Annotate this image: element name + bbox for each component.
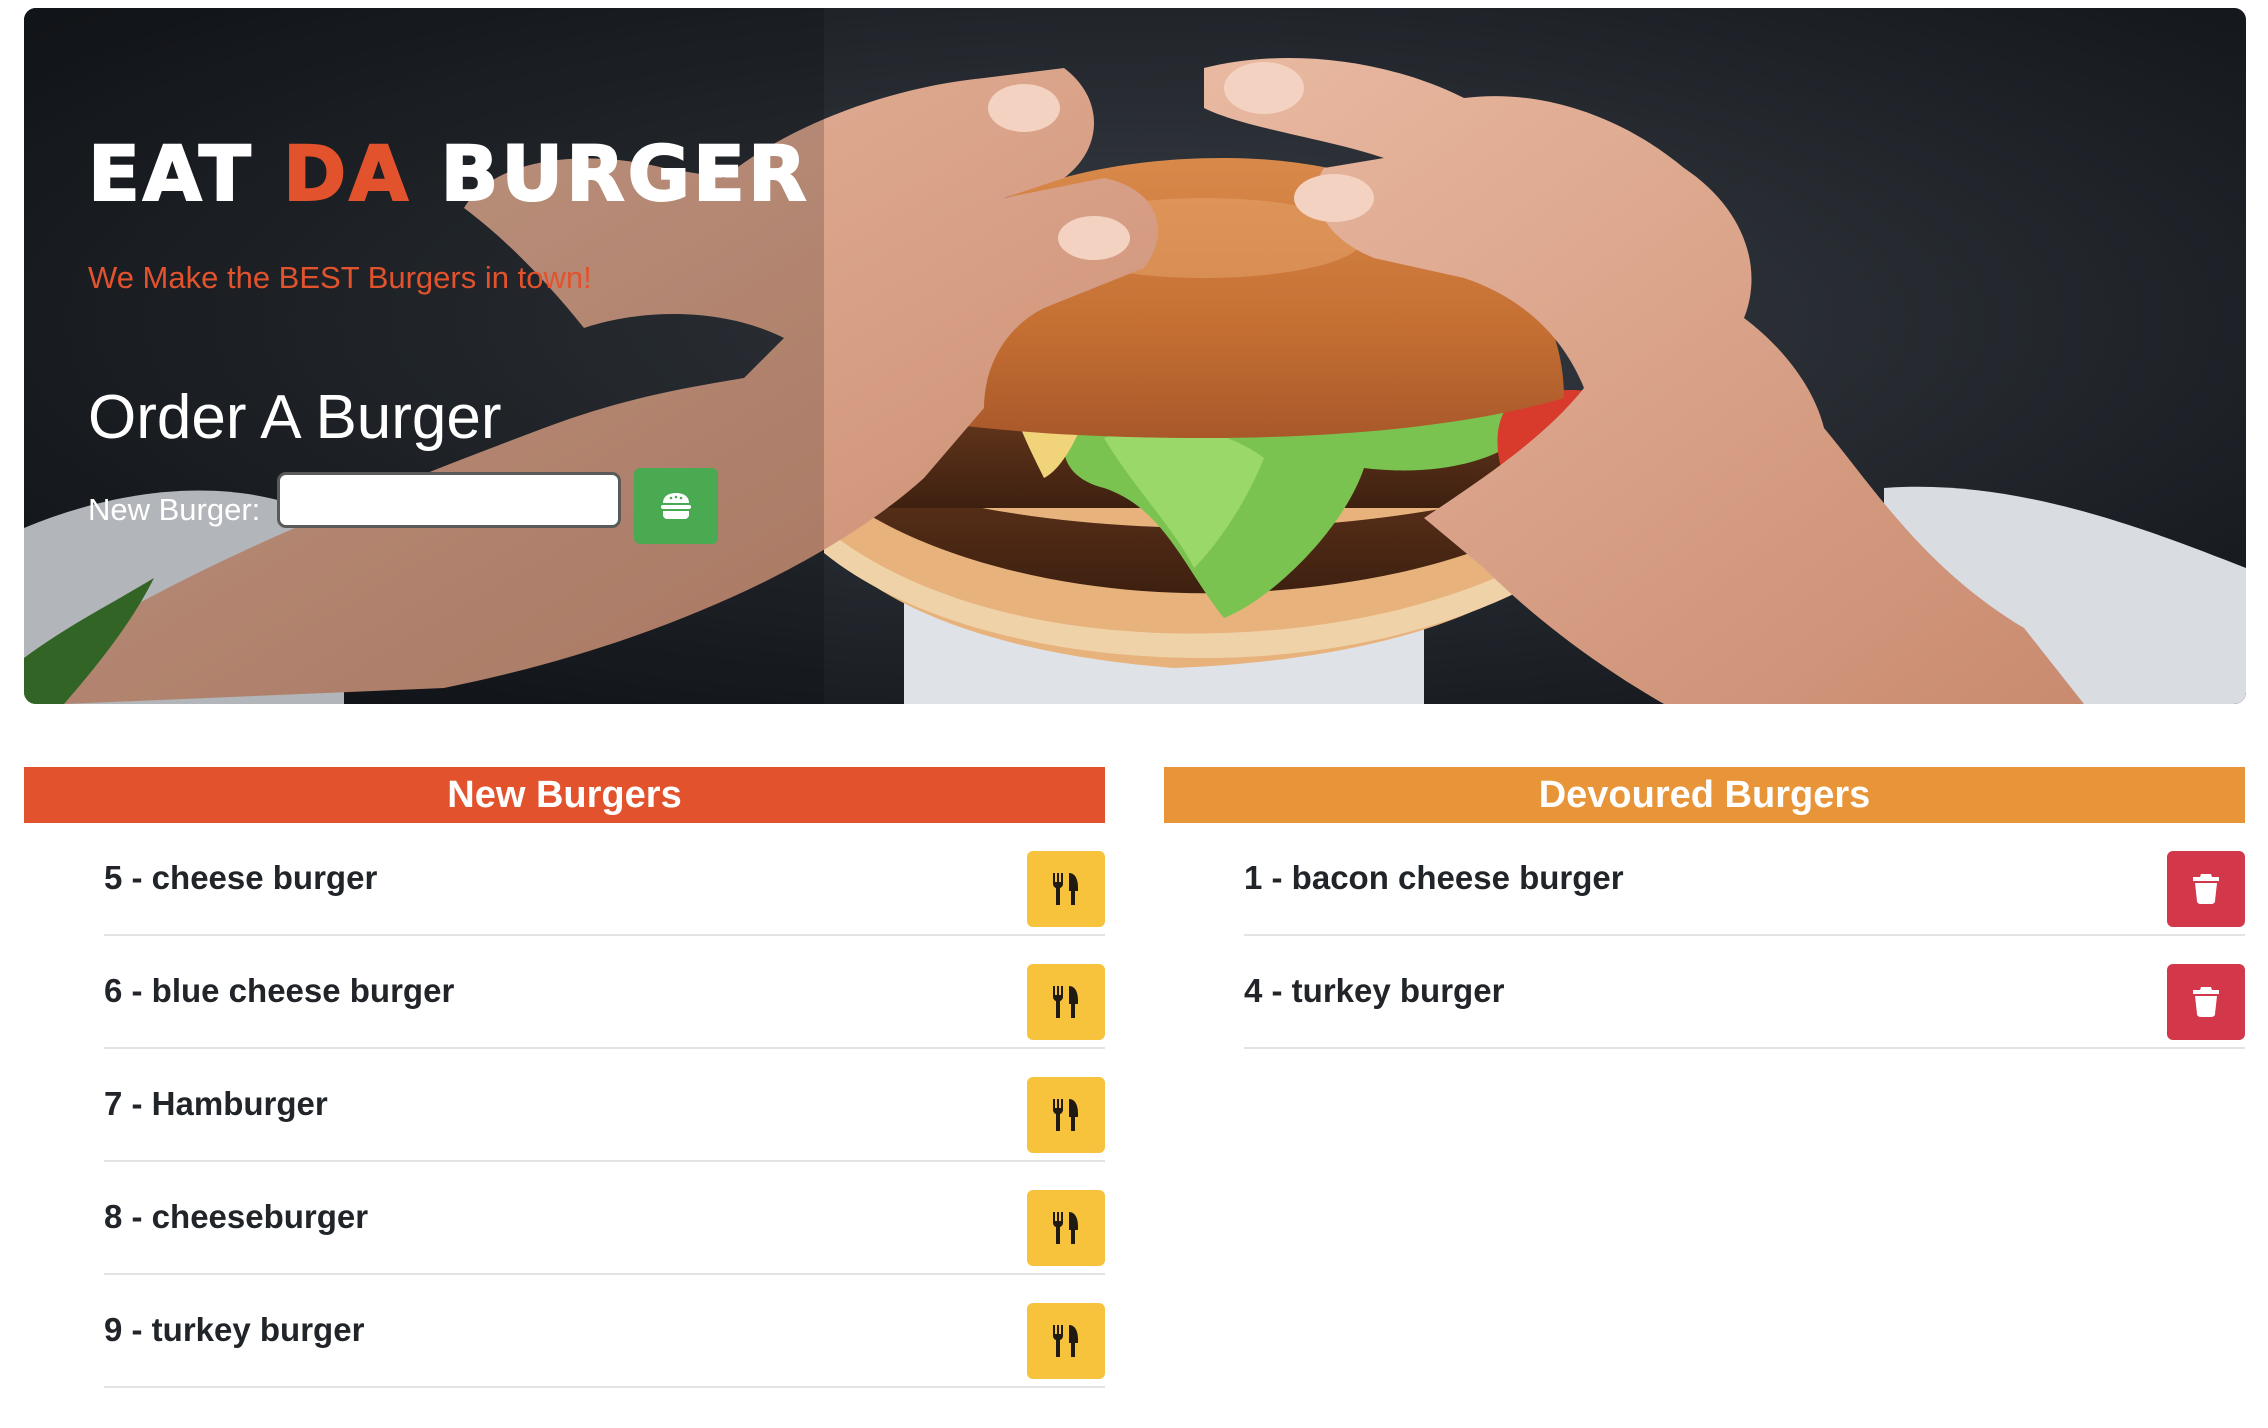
list-item: 1 - bacon cheese burger (1244, 823, 2245, 936)
list-item: 5 - cheese burger (104, 823, 1105, 936)
list-item: 8 - cheeseburger (104, 1162, 1105, 1275)
trash-icon (2193, 987, 2219, 1017)
devour-button[interactable] (1027, 1077, 1105, 1153)
trash-icon (2193, 874, 2219, 904)
burger-label: 9 - turkey burger (104, 1311, 365, 1348)
hero-banner: EAT DA BURGER We Make the BEST Burgers i… (24, 8, 2246, 704)
tagline: We Make the BEST Burgers in town! (88, 260, 592, 295)
devour-button[interactable] (1027, 851, 1105, 927)
new-burger-input[interactable] (277, 472, 621, 528)
hamburger-icon (661, 493, 691, 519)
new-burger-label: New Burger: (88, 492, 261, 527)
burger-label: 8 - cheeseburger (104, 1198, 369, 1235)
utensils-icon (1053, 986, 1078, 1018)
new-burgers-panel: New Burgers 5 - cheese burger 6 - blue c… (24, 767, 1105, 1388)
list-item: 7 - Hamburger (104, 1049, 1105, 1162)
burger-label: 6 - blue cheese burger (104, 972, 455, 1009)
utensils-icon (1053, 873, 1078, 905)
burger-label: 1 - bacon cheese burger (1244, 859, 1624, 896)
site-title: EAT DA BURGER (87, 135, 810, 213)
delete-button[interactable] (2167, 964, 2245, 1040)
devour-button[interactable] (1027, 964, 1105, 1040)
burger-label: 4 - turkey burger (1244, 972, 1505, 1009)
hero-burger-photo (24, 8, 2246, 704)
new-burgers-header: New Burgers (24, 767, 1105, 823)
site-title-accent: DA (282, 129, 412, 218)
add-burger-button[interactable] (634, 468, 718, 544)
page: EAT DA BURGER We Make the BEST Burgers i… (0, 0, 2268, 1428)
devoured-burgers-list: 1 - bacon cheese burger 4 - turkey burge… (1164, 823, 2245, 1049)
list-item: 9 - turkey burger (104, 1275, 1105, 1388)
devour-button[interactable] (1027, 1303, 1105, 1379)
order-heading: Order A Burger (88, 383, 502, 452)
delete-button[interactable] (2167, 851, 2245, 927)
site-title-part1: EAT (87, 129, 284, 218)
burger-label: 5 - cheese burger (104, 859, 378, 896)
devour-button[interactable] (1027, 1190, 1105, 1266)
utensils-icon (1053, 1325, 1078, 1357)
burger-label: 7 - Hamburger (104, 1085, 328, 1122)
utensils-icon (1053, 1212, 1078, 1244)
list-item: 6 - blue cheese burger (104, 936, 1105, 1049)
utensils-icon (1053, 1099, 1078, 1131)
new-burgers-list: 5 - cheese burger 6 - blue cheese burger (24, 823, 1105, 1388)
site-title-part2: BURGER (411, 129, 810, 218)
devoured-burgers-header: Devoured Burgers (1164, 767, 2245, 823)
devoured-burgers-panel: Devoured Burgers 1 - bacon cheese burger… (1164, 767, 2245, 1049)
list-item: 4 - turkey burger (1244, 936, 2245, 1049)
